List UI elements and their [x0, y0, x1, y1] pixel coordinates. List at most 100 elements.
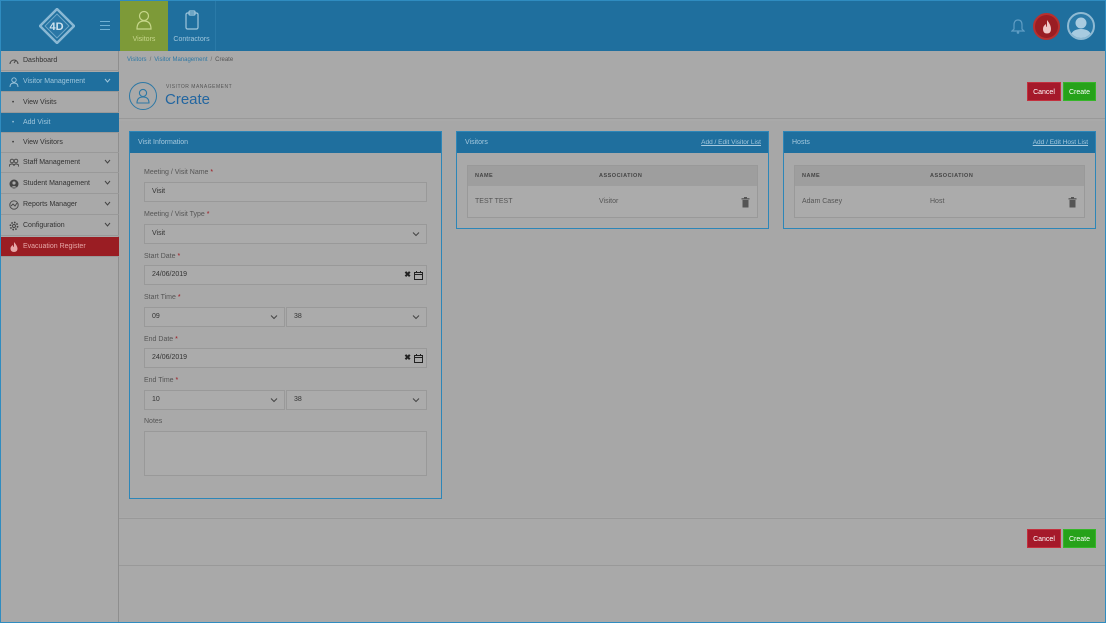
visitor-association: Visitor	[599, 198, 619, 205]
host-association: Host	[930, 198, 945, 205]
sidebar-item-evacuation-register[interactable]: Evacuation Register	[1, 237, 119, 257]
chevron-down-icon	[270, 315, 278, 320]
notes-textarea[interactable]	[144, 431, 427, 476]
trash-icon[interactable]	[1068, 197, 1077, 208]
sidebar-item-label: Evacuation Register	[23, 243, 86, 250]
menu-toggle-icon[interactable]	[100, 21, 110, 30]
flame-icon	[1043, 20, 1051, 34]
host-name: Adam Casey	[802, 198, 843, 205]
tab-visitors[interactable]: Visitors	[120, 1, 168, 51]
user-avatar[interactable]	[1067, 12, 1095, 40]
sidebar-item-label: Configuration	[23, 222, 65, 229]
evacuation-button[interactable]	[1033, 13, 1060, 40]
panel-header: Visitors Add / Edit Visitor List	[457, 132, 768, 153]
cancel-button[interactable]: Cancel	[1027, 529, 1061, 548]
column-header-association: ASSOCIATION	[930, 173, 974, 179]
create-button[interactable]: Create	[1063, 529, 1096, 548]
sidebar-item-dashboard[interactable]: Dashboard	[1, 51, 119, 71]
person-icon	[136, 10, 152, 30]
chevron-down-icon	[104, 78, 111, 83]
column-header-association: ASSOCIATION	[599, 173, 643, 179]
edit-visitor-list-link[interactable]: Add / Edit Visitor List	[701, 132, 761, 153]
clear-icon[interactable]: ✖	[404, 349, 411, 367]
trash-icon[interactable]	[741, 197, 750, 208]
sidebar-item-student-management[interactable]: Student Management	[1, 174, 119, 194]
panel-title: Visitors	[465, 139, 488, 146]
sidebar-item-label: Student Management	[23, 180, 90, 187]
panel-title: Visit Information	[130, 132, 441, 153]
start-date-input[interactable]: 24/06/2019 ✖	[144, 265, 427, 285]
reports-icon	[9, 200, 19, 210]
flame-icon	[10, 242, 18, 252]
start-date-value: 24/06/2019	[152, 271, 188, 278]
chevron-down-icon	[412, 232, 420, 237]
tab-contractors-label: Contractors	[173, 36, 210, 43]
gear-icon	[9, 221, 19, 231]
breadcrumb-current: Create	[215, 57, 234, 63]
page-icon	[129, 82, 157, 110]
chevron-down-icon	[104, 180, 111, 185]
staff-icon	[9, 158, 19, 168]
panel-title: Hosts	[792, 139, 810, 146]
person-icon	[136, 88, 150, 104]
visit-type-label: Meeting / Visit Type *	[144, 211, 210, 218]
svg-text:4D: 4D	[50, 21, 64, 33]
app-logo[interactable]: 4D	[39, 8, 75, 44]
sidebar-item-add-visit[interactable]: Add Visit	[1, 113, 119, 133]
page-header	[119, 71, 1105, 119]
tab-contractors[interactable]: Contractors	[168, 1, 216, 51]
sidebar-item-configuration[interactable]: Configuration	[1, 216, 119, 236]
end-time-label: End Time *	[144, 377, 179, 384]
table-row: TEST TEST Visitor	[468, 186, 757, 219]
visit-name-label: Meeting / Visit Name *	[144, 169, 214, 176]
sidebar-item-staff-management[interactable]: Staff Management	[1, 153, 119, 173]
end-minute-value: 38	[294, 396, 302, 403]
dashboard-icon	[9, 59, 19, 65]
create-button[interactable]: Create	[1063, 82, 1096, 101]
start-hour-select[interactable]: 09	[144, 307, 285, 327]
end-date-label: End Date *	[144, 336, 178, 343]
chevron-down-icon	[104, 222, 111, 227]
notes-label: Notes	[144, 418, 163, 425]
visitor-name: TEST TEST	[475, 198, 513, 205]
sidebar-item-view-visits[interactable]: View Visits	[1, 93, 119, 113]
cancel-button[interactable]: Cancel	[1027, 82, 1061, 101]
sidebar-item-reports-manager[interactable]: Reports Manager	[1, 195, 119, 215]
chevron-down-icon	[270, 398, 278, 403]
end-minute-select[interactable]: 38	[286, 390, 427, 410]
panel-header: Hosts Add / Edit Host List	[784, 132, 1095, 153]
start-minute-select[interactable]: 38	[286, 307, 427, 327]
visit-name-input[interactable]: Visit	[144, 182, 427, 202]
calendar-icon[interactable]	[414, 271, 423, 280]
chevron-down-icon	[104, 159, 111, 164]
top-bar: 4D Visitors Contractors	[1, 1, 1105, 51]
sidebar-item-label: Staff Management	[23, 159, 81, 166]
hosts-panel: Hosts Add / Edit Host List NAME ASSOCIAT…	[783, 131, 1096, 229]
start-date-label: Start Date *	[144, 253, 181, 260]
end-hour-select[interactable]: 10	[144, 390, 285, 410]
start-time-label: Start Time *	[144, 294, 181, 301]
sidebar: Dashboard Visitor Management View Visits…	[1, 51, 119, 622]
breadcrumb-visitors[interactable]: Visitors	[127, 57, 147, 63]
visitors-table: NAME ASSOCIATION TEST TEST Visitor	[467, 165, 758, 218]
breadcrumb-visitor-management[interactable]: Visitor Management	[154, 57, 207, 63]
bell-icon[interactable]	[1011, 18, 1025, 34]
sidebar-item-view-visitors[interactable]: View Visitors	[1, 133, 119, 153]
start-minute-value: 38	[294, 313, 302, 320]
visitors-panel: Visitors Add / Edit Visitor List NAME AS…	[456, 131, 769, 229]
column-header-name: NAME	[475, 173, 494, 179]
visit-type-select[interactable]: Visit	[144, 224, 427, 244]
calendar-icon[interactable]	[414, 354, 423, 363]
clear-icon[interactable]: ✖	[404, 266, 411, 284]
sidebar-item-visitor-management[interactable]: Visitor Management	[1, 72, 119, 92]
form-footer	[119, 518, 1105, 566]
start-hour-value: 09	[152, 313, 160, 320]
table-header: NAME ASSOCIATION	[795, 166, 1084, 186]
clipboard-icon	[185, 10, 199, 30]
end-date-input[interactable]: 24/06/2019 ✖	[144, 348, 427, 368]
column-header-name: NAME	[802, 173, 821, 179]
user-icon	[1070, 17, 1092, 38]
edit-host-list-link[interactable]: Add / Edit Host List	[1033, 132, 1088, 153]
end-hour-value: 10	[152, 396, 160, 403]
hosts-table: NAME ASSOCIATION Adam Casey Host	[794, 165, 1085, 218]
